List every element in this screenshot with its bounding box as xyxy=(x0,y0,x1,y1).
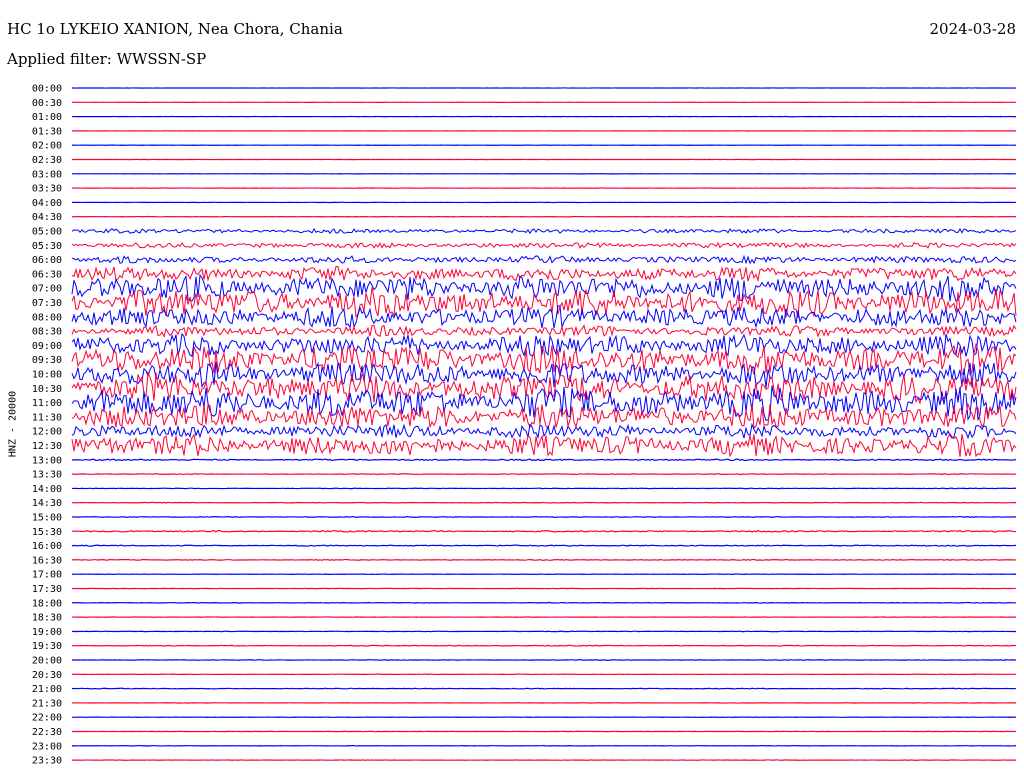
time-tick-label: 09:30 xyxy=(32,355,62,366)
time-tick-label: 18:00 xyxy=(32,598,62,609)
time-tick-label: 09:00 xyxy=(32,341,62,352)
trace-line xyxy=(71,265,1017,283)
trace-line xyxy=(71,630,1017,633)
trace-line xyxy=(71,473,1017,476)
trace-line xyxy=(71,501,1017,504)
time-tick-label: 20:30 xyxy=(32,670,62,681)
time-tick-label: 22:30 xyxy=(32,727,62,738)
time-tick-label: 23:30 xyxy=(32,756,62,767)
time-tick-label: 15:30 xyxy=(32,527,62,538)
time-tick-label: 10:00 xyxy=(32,370,62,381)
time-tick-label: 21:00 xyxy=(32,684,62,695)
time-tick-label: 10:30 xyxy=(32,384,62,395)
time-tick-label: 06:30 xyxy=(32,269,62,280)
time-tick-label: 17:30 xyxy=(32,584,62,595)
time-tick-label: 11:30 xyxy=(32,412,62,423)
time-tick-label: 03:30 xyxy=(32,184,62,195)
time-tick-label: 01:00 xyxy=(32,112,62,123)
time-tick-label: 06:00 xyxy=(32,255,62,266)
time-tick-label: 23:00 xyxy=(32,741,62,752)
time-tick-label: 03:00 xyxy=(32,169,62,180)
trace-line xyxy=(71,515,1017,518)
time-tick-label: 04:00 xyxy=(32,198,62,209)
time-tick-label: 18:30 xyxy=(32,613,62,624)
trace-line xyxy=(71,370,1017,405)
time-tick-label: 16:00 xyxy=(32,541,62,552)
time-tick-label: 05:30 xyxy=(32,241,62,252)
time-tick-label: 13:00 xyxy=(32,455,62,466)
time-tick-label: 08:30 xyxy=(32,327,62,338)
trace-line xyxy=(71,487,1017,490)
time-tick-label: 07:30 xyxy=(32,298,62,309)
trace-line xyxy=(71,305,1017,329)
trace-line xyxy=(71,422,1017,440)
trace-line xyxy=(71,241,1017,249)
trace-line xyxy=(71,227,1017,235)
time-tick-label: 19:00 xyxy=(32,627,62,638)
trace-line xyxy=(71,529,1017,533)
time-tick-label: 08:00 xyxy=(32,312,62,323)
time-tick-label: 02:30 xyxy=(32,155,62,166)
time-tick-label: 15:00 xyxy=(32,513,62,524)
time-tick-label: 14:00 xyxy=(32,484,62,495)
trace-line xyxy=(71,324,1017,339)
time-tick-label: 12:00 xyxy=(32,427,62,438)
time-tick-label: 16:30 xyxy=(32,555,62,566)
time-tick-label: 22:00 xyxy=(32,713,62,724)
time-tick-label: 12:30 xyxy=(32,441,62,452)
trace-line xyxy=(71,254,1017,265)
time-tick-label: 20:00 xyxy=(32,656,62,667)
seismogram-plot: 00:00 00:30 01:00 01:30 02:00 02:30 03:00 03:30… xyxy=(32,84,1017,767)
time-tick-label: 11:00 xyxy=(32,398,62,409)
time-tick-label: 00:30 xyxy=(32,98,62,109)
trace-line xyxy=(71,544,1017,547)
trace-line xyxy=(71,659,1017,661)
trace-line xyxy=(71,644,1017,647)
trace-line xyxy=(71,687,1017,690)
time-tick-label: 00:00 xyxy=(32,84,62,95)
trace-line xyxy=(71,601,1017,604)
time-tick-label: 04:30 xyxy=(32,212,62,223)
time-tick-label: 17:00 xyxy=(32,570,62,581)
trace-line xyxy=(71,558,1017,561)
trace-line xyxy=(71,432,1017,458)
time-tick-label: 14:30 xyxy=(32,498,62,509)
time-tick-label: 13:30 xyxy=(32,470,62,481)
time-tick-label: 07:00 xyxy=(32,284,62,295)
time-tick-label: 05:00 xyxy=(32,227,62,238)
time-tick-label: 02:00 xyxy=(32,141,62,152)
trace-line xyxy=(71,361,1017,389)
time-tick-label: 21:30 xyxy=(32,698,62,709)
trace-line xyxy=(71,274,1017,302)
time-tick-label: 19:30 xyxy=(32,641,62,652)
time-tick-label: 01:30 xyxy=(32,126,62,137)
trace-line xyxy=(71,458,1017,462)
trace-line xyxy=(71,342,1017,376)
